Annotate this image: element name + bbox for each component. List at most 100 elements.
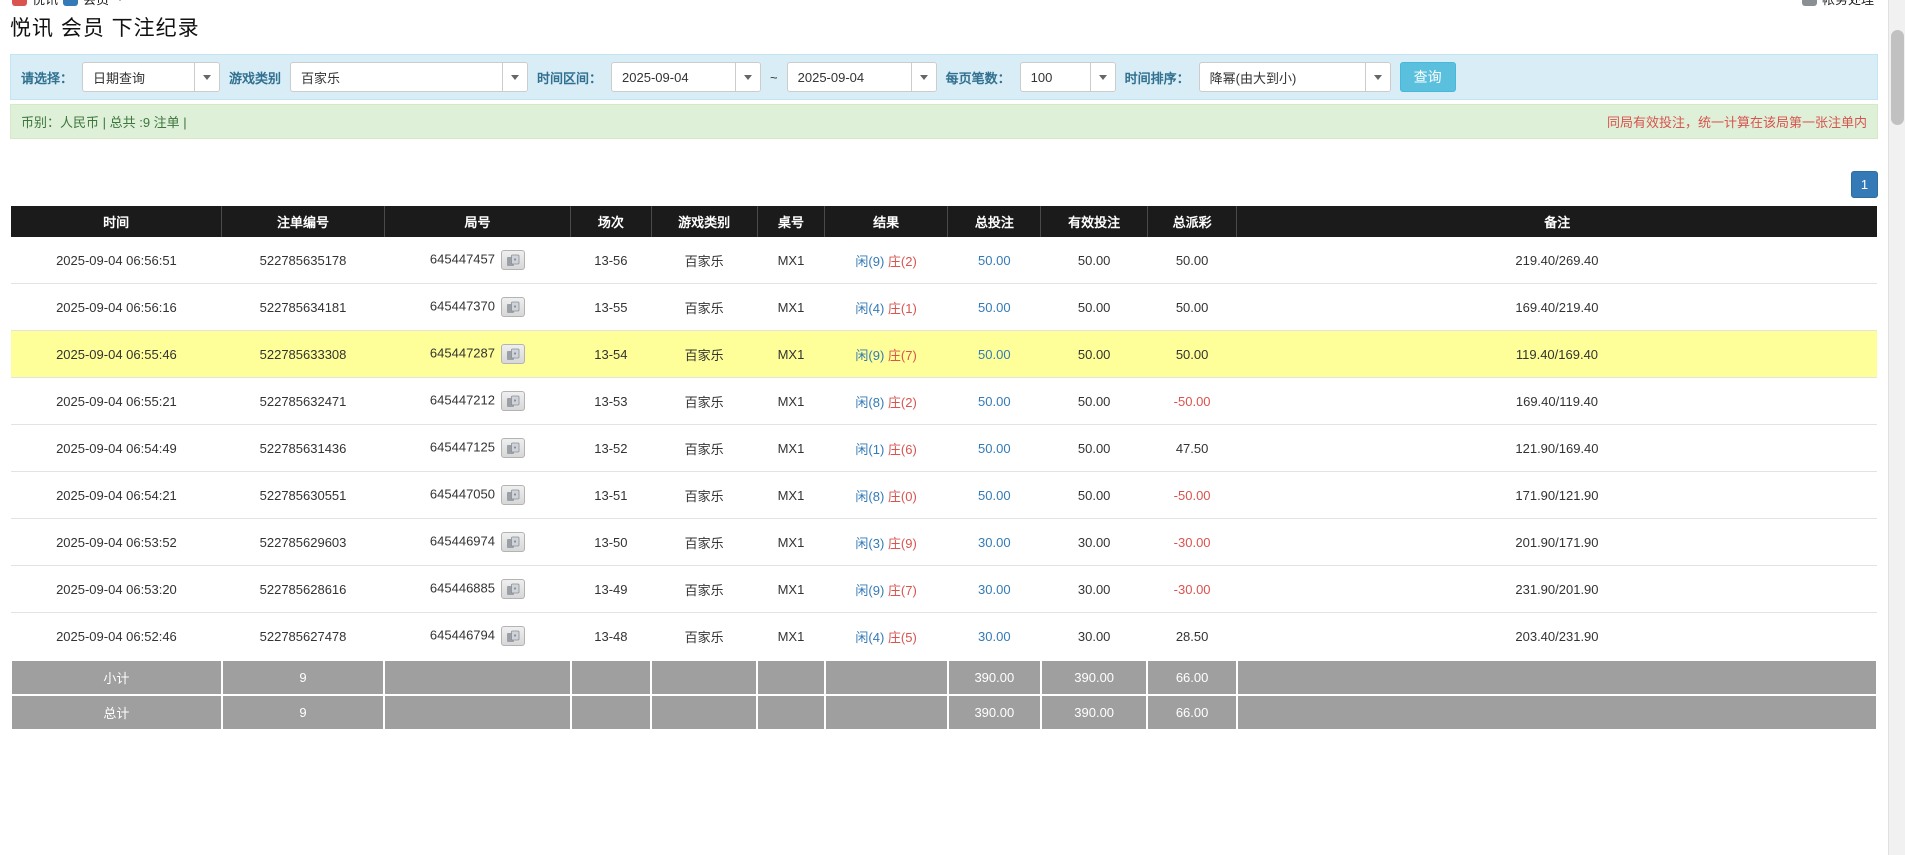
- round-id: 645446885: [384, 566, 571, 613]
- bet-time: 2025-09-04 06:53:20: [11, 566, 222, 613]
- note: 121.90/169.40: [1237, 425, 1877, 472]
- result-banker: 庄(2): [888, 254, 917, 269]
- total-bet-link[interactable]: 30.00: [948, 613, 1041, 661]
- chevron-down-icon[interactable]: [1090, 63, 1115, 91]
- search-button[interactable]: 查询: [1400, 62, 1456, 92]
- chevron-down-icon[interactable]: [911, 63, 936, 91]
- round-detail-button[interactable]: [501, 250, 525, 270]
- round-detail-button[interactable]: [501, 297, 525, 317]
- game-type: 百家乐: [651, 378, 757, 425]
- date-mode-value: 日期查询: [83, 63, 194, 91]
- column-header: 备注: [1237, 206, 1877, 237]
- total-bet-link[interactable]: 50.00: [948, 425, 1041, 472]
- bet-row: 2025-09-04 06:54:49522785631436645447125…: [11, 425, 1877, 472]
- game-type-select[interactable]: 百家乐: [290, 62, 528, 92]
- chevron-down-icon[interactable]: [194, 63, 219, 91]
- page-size-select[interactable]: 100: [1020, 62, 1116, 92]
- chevron-down-icon[interactable]: [735, 63, 760, 91]
- total-bet-link[interactable]: 50.00: [948, 331, 1041, 378]
- bet-row: 2025-09-04 06:54:21522785630551645447050…: [11, 472, 1877, 519]
- summary-total-bet: 390.00: [948, 695, 1041, 730]
- bet-row: 2025-09-04 06:55:46522785633308645447287…: [11, 331, 1877, 378]
- round-detail-button[interactable]: [501, 626, 525, 646]
- page: 悦讯 会员 帐务处理 悦讯 会员 下注纪录 请选择： 日期查询 游戏类别: [0, 0, 1905, 855]
- round-id: 645447050: [384, 472, 571, 519]
- bet-time: 2025-09-04 06:56:51: [11, 237, 222, 284]
- column-header: 游戏类别: [651, 206, 757, 237]
- page-size-value: 100: [1021, 63, 1090, 91]
- top-nav-item[interactable]: 悦讯: [32, 0, 58, 8]
- result-banker: 庄(7): [888, 583, 917, 598]
- top-nav-item[interactable]: 会员: [83, 0, 109, 8]
- total-bet-link[interactable]: 30.00: [948, 566, 1041, 613]
- bet-time: 2025-09-04 06:55:21: [11, 378, 222, 425]
- bet-row: 2025-09-04 06:53:52522785629603645446974…: [11, 519, 1877, 566]
- table-header-row: 时间注单编号局号场次游戏类别桌号结果总投注有效投注总派彩备注: [11, 206, 1877, 237]
- chevron-down-icon[interactable]: [116, 0, 124, 1]
- note-warning-text: 同局有效投注，统一计算在该局第一张注单内: [1607, 112, 1867, 131]
- round-id: 645446974: [384, 519, 571, 566]
- vertical-scrollbar[interactable]: [1888, 0, 1905, 855]
- date-from-select[interactable]: 2025-09-04: [611, 62, 761, 92]
- result: 闲(9) 庄(2): [825, 237, 948, 284]
- game-record-icon: [506, 630, 520, 643]
- session-no: 13-49: [571, 566, 651, 613]
- result-player: 闲(8): [855, 489, 884, 504]
- valid-bet: 50.00: [1041, 331, 1147, 378]
- total-bet-link[interactable]: 50.00: [948, 284, 1041, 331]
- bet-row: 2025-09-04 06:56:16522785634181645447370…: [11, 284, 1877, 331]
- result: 闲(8) 庄(0): [825, 472, 948, 519]
- total-bet-link[interactable]: 50.00: [948, 472, 1041, 519]
- accounting-icon[interactable]: [1802, 0, 1817, 6]
- bet-id: 522785631436: [222, 425, 384, 472]
- date-mode-select[interactable]: 日期查询: [82, 62, 220, 92]
- result-banker: 庄(5): [888, 630, 917, 645]
- game-type: 百家乐: [651, 613, 757, 661]
- time-sort-label: 时间排序：: [1125, 68, 1190, 87]
- summary-valid-bet: 390.00: [1041, 660, 1147, 695]
- summary-label: 小计: [11, 660, 222, 695]
- member-icon[interactable]: [63, 0, 78, 6]
- time-sort-select[interactable]: 降幂(由大到小): [1199, 62, 1391, 92]
- note: 169.40/119.40: [1237, 378, 1877, 425]
- bet-id: 522785627478: [222, 613, 384, 661]
- round-detail-button[interactable]: [501, 344, 525, 364]
- column-header: 有效投注: [1041, 206, 1147, 237]
- payout: 50.00: [1147, 237, 1237, 284]
- page-size-label: 每页笔数：: [946, 68, 1011, 87]
- valid-bet: 30.00: [1041, 566, 1147, 613]
- result: 闲(9) 庄(7): [825, 331, 948, 378]
- bet-id: 522785632471: [222, 378, 384, 425]
- top-nav-item[interactable]: 帐务处理: [1822, 0, 1874, 8]
- round-detail-button[interactable]: [501, 485, 525, 505]
- round-detail-button[interactable]: [501, 579, 525, 599]
- summary-payout: 66.00: [1147, 660, 1237, 695]
- scrollbar-thumb[interactable]: [1891, 30, 1904, 125]
- top-nav-bar: 悦讯 会员 帐务处理: [10, 0, 1878, 10]
- summary-payout: 66.00: [1147, 695, 1237, 730]
- date-to-select[interactable]: 2025-09-04: [787, 62, 937, 92]
- round-detail-button[interactable]: [501, 391, 525, 411]
- filter-bar: 请选择： 日期查询 游戏类别 百家乐 时间区间： 2025-09-04 ~ 20…: [10, 54, 1878, 100]
- game-record-icon: [506, 536, 520, 549]
- total-bet-link[interactable]: 30.00: [948, 519, 1041, 566]
- game-record-icon: [506, 489, 520, 502]
- app-icon[interactable]: [12, 0, 27, 6]
- game-record-icon: [506, 583, 520, 596]
- page-1-button[interactable]: 1: [1851, 171, 1878, 198]
- total-bet-link[interactable]: 50.00: [948, 237, 1041, 284]
- payout: 50.00: [1147, 331, 1237, 378]
- bet-time: 2025-09-04 06:56:16: [11, 284, 222, 331]
- table-no: MX1: [757, 472, 824, 519]
- round-detail-button[interactable]: [501, 438, 525, 458]
- summary-row: 小计9390.00390.0066.00: [11, 660, 1877, 695]
- valid-bet: 50.00: [1041, 284, 1147, 331]
- session-no: 13-53: [571, 378, 651, 425]
- total-bet-link[interactable]: 50.00: [948, 378, 1041, 425]
- chevron-down-icon[interactable]: [1365, 63, 1390, 91]
- game-record-icon: [506, 254, 520, 267]
- result-banker: 庄(1): [888, 301, 917, 316]
- round-detail-button[interactable]: [501, 532, 525, 552]
- bet-id: 522785630551: [222, 472, 384, 519]
- chevron-down-icon[interactable]: [502, 63, 527, 91]
